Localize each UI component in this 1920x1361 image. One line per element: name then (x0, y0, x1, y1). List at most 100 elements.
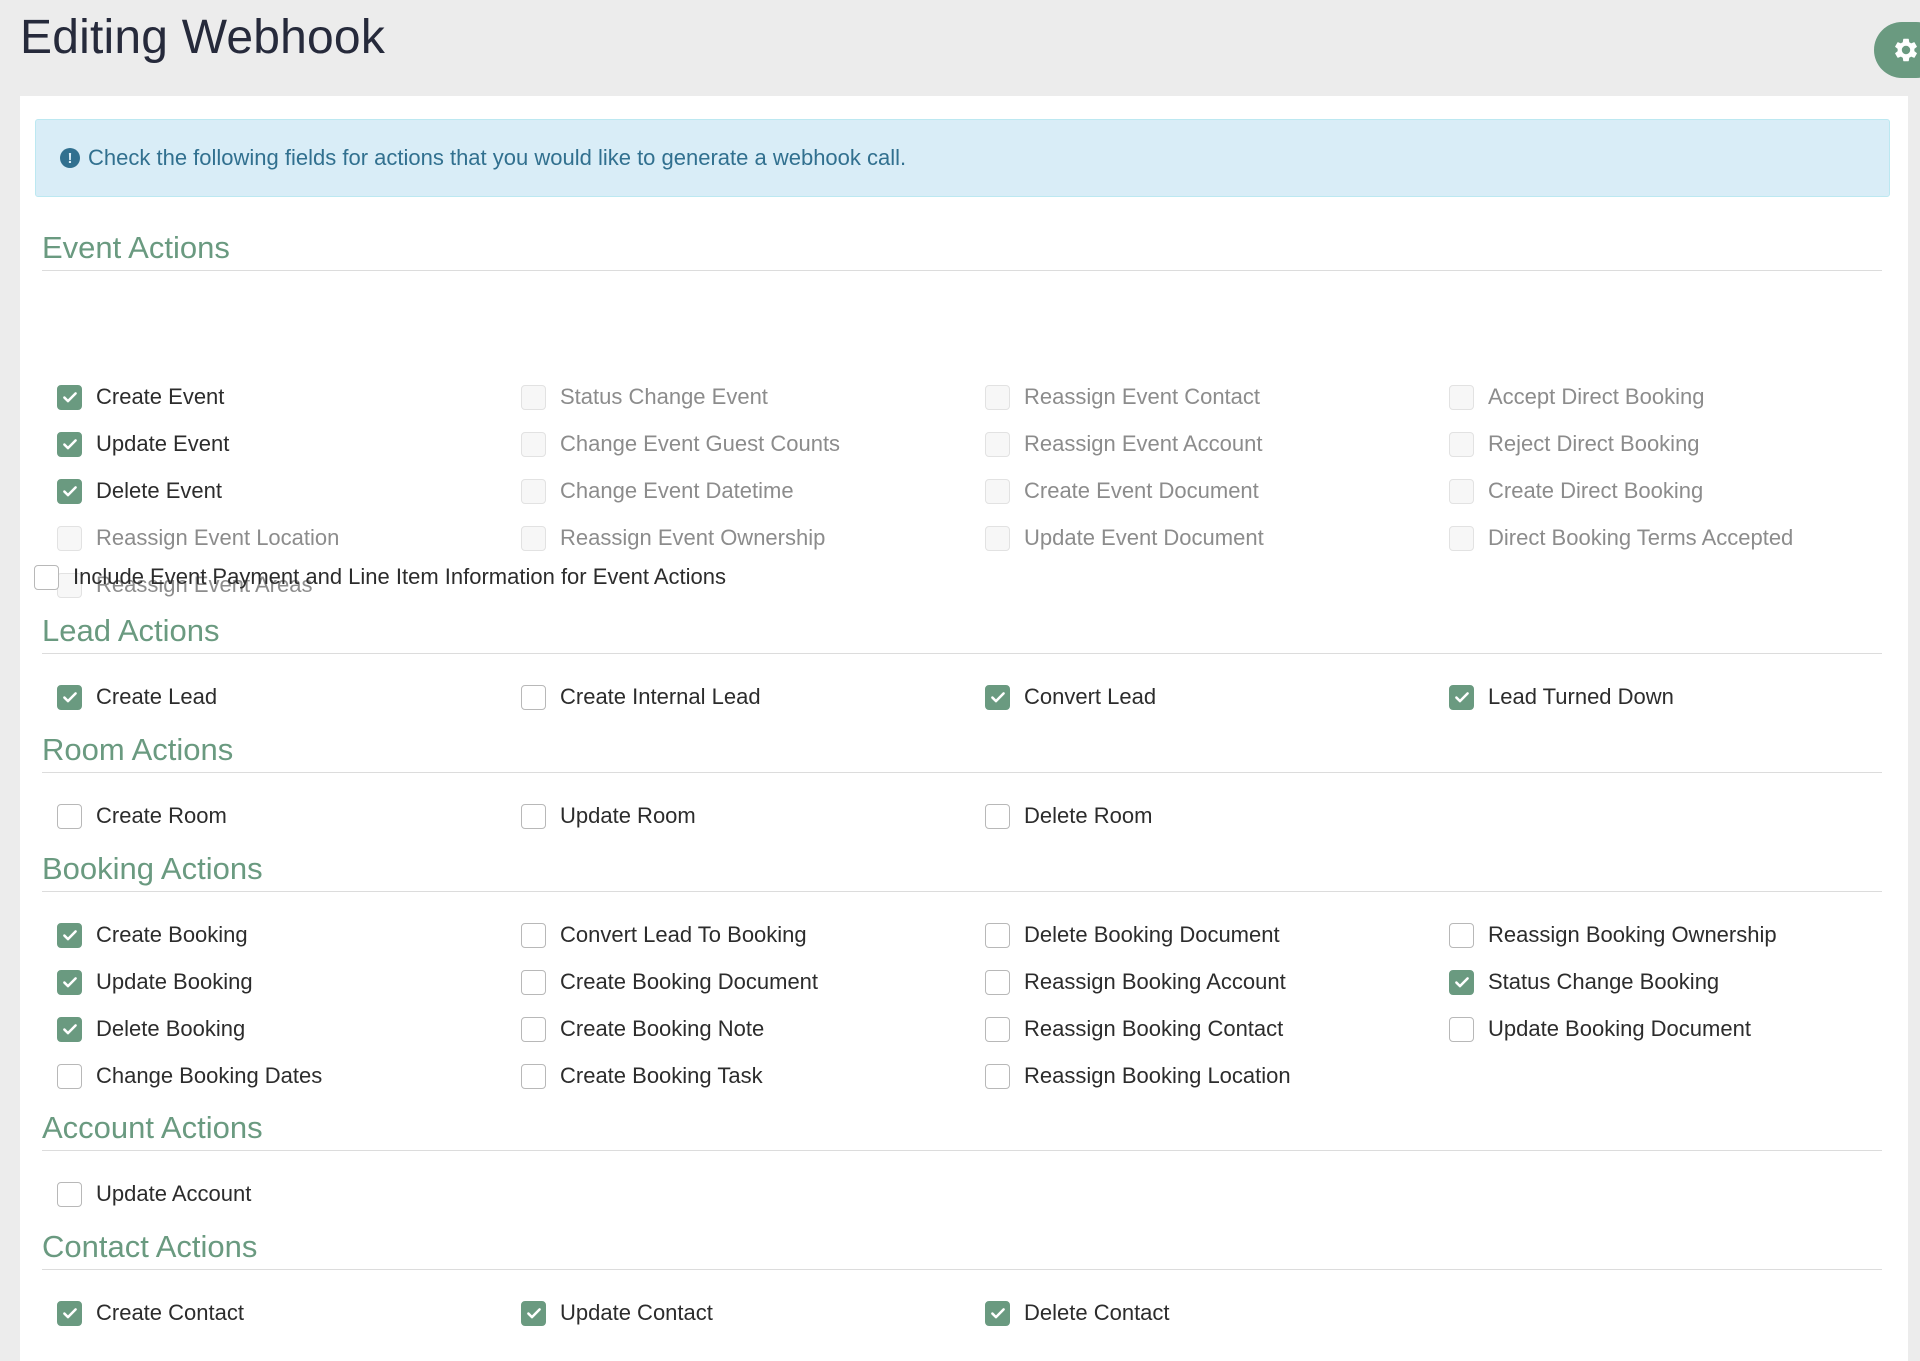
room-action-item[interactable]: Create Room (57, 801, 227, 831)
event-action-item: Change Event Datetime (521, 476, 794, 506)
account-action-checkbox[interactable] (57, 1181, 82, 1207)
include-payment-label: Include Event Payment and Line Item Info… (73, 564, 727, 589)
event-action-item: Reject Direct Booking (1449, 429, 1700, 459)
booking-action-checkbox[interactable] (521, 969, 546, 995)
booking-action-label: Update Booking (96, 969, 253, 994)
event-action-item: Reassign Event Ownership (521, 523, 825, 553)
event-action-checkbox[interactable] (57, 384, 82, 410)
booking-action-item[interactable]: Delete Booking (57, 1014, 245, 1044)
booking-action-checkbox[interactable] (57, 969, 82, 995)
checkmark-icon (1454, 692, 1469, 703)
contact-action-checkbox[interactable] (57, 1300, 82, 1326)
contact-action-item[interactable]: Update Contact (521, 1298, 713, 1328)
room-action-checkbox[interactable] (521, 803, 546, 829)
booking-action-checkbox[interactable] (985, 922, 1010, 948)
room-action-item[interactable]: Delete Room (985, 801, 1152, 831)
event-action-checkbox (57, 525, 82, 551)
booking-action-checkbox[interactable] (57, 922, 82, 948)
booking-action-label: Reassign Booking Location (1024, 1063, 1291, 1088)
lead-action-item[interactable]: Lead Turned Down (1449, 682, 1674, 712)
section-title-room-actions: Room Actions (42, 732, 1882, 773)
settings-button[interactable] (1874, 22, 1920, 78)
checkmark-icon (62, 930, 77, 941)
lead-action-checkbox[interactable] (57, 684, 82, 710)
booking-action-label: Reassign Booking Account (1024, 969, 1286, 994)
event-action-label: Update Event Document (1024, 525, 1264, 550)
booking-action-label: Convert Lead To Booking (560, 922, 807, 947)
booking-action-checkbox[interactable] (985, 1016, 1010, 1042)
booking-action-checkbox[interactable] (1449, 1016, 1474, 1042)
booking-action-checkbox[interactable] (985, 1063, 1010, 1089)
booking-action-checkbox[interactable] (521, 922, 546, 948)
event-action-label: Reassign Event Account (1024, 431, 1263, 456)
event-action-label: Create Event Document (1024, 478, 1259, 503)
booking-action-item[interactable]: Convert Lead To Booking (521, 920, 807, 950)
booking-action-item[interactable]: Reassign Booking Location (985, 1061, 1291, 1091)
booking-action-item[interactable]: Create Booking Task (521, 1061, 763, 1091)
event-action-label: Accept Direct Booking (1488, 384, 1705, 409)
lead-action-item[interactable]: Create Lead (57, 682, 217, 712)
booking-action-item[interactable]: Update Booking (57, 967, 253, 997)
lead-action-item[interactable]: Create Internal Lead (521, 682, 761, 712)
booking-action-item[interactable]: Reassign Booking Contact (985, 1014, 1283, 1044)
include-payment-checkbox-item[interactable]: Include Event Payment and Line Item Info… (34, 562, 726, 592)
booking-action-item[interactable]: Status Change Booking (1449, 967, 1719, 997)
booking-action-item[interactable]: Change Booking Dates (57, 1061, 322, 1091)
lead-action-checkbox[interactable] (521, 684, 546, 710)
booking-action-checkbox[interactable] (57, 1063, 82, 1089)
booking-action-label: Reassign Booking Contact (1024, 1016, 1284, 1041)
event-action-item[interactable]: Create Event (57, 382, 224, 412)
contact-action-item[interactable]: Delete Contact (985, 1298, 1170, 1328)
booking-action-item[interactable]: Create Booking Document (521, 967, 818, 997)
booking-action-label: Create Booking Document (560, 969, 819, 994)
booking-action-checkbox[interactable] (985, 969, 1010, 995)
event-action-checkbox (521, 431, 546, 457)
booking-action-item[interactable]: Reassign Booking Ownership (1449, 920, 1777, 950)
room-action-checkbox[interactable] (57, 803, 82, 829)
event-action-item[interactable]: Update Event (57, 429, 229, 459)
include-payment-checkbox[interactable] (34, 564, 59, 590)
booking-action-checkbox[interactable] (521, 1016, 546, 1042)
event-action-checkbox[interactable] (57, 431, 82, 457)
section-title-booking-actions: Booking Actions (42, 851, 1882, 892)
checkmark-icon (990, 1308, 1005, 1319)
checkmark-icon (62, 977, 77, 988)
event-action-checkbox (1449, 431, 1474, 457)
event-action-checkbox (985, 525, 1010, 551)
event-action-checkbox[interactable] (57, 478, 82, 504)
event-action-item: Direct Booking Terms Accepted (1449, 523, 1793, 553)
checkmark-icon (1454, 977, 1469, 988)
account-action-item[interactable]: Update Account (57, 1179, 251, 1209)
room-action-label: Create Room (96, 803, 227, 828)
booking-action-item[interactable]: Update Booking Document (1449, 1014, 1751, 1044)
booking-action-item[interactable]: Create Booking (57, 920, 248, 950)
booking-action-checkbox[interactable] (1449, 922, 1474, 948)
event-action-item[interactable]: Delete Event (57, 476, 222, 506)
event-action-item: Reassign Event Account (985, 429, 1262, 459)
event-action-item: Reassign Event Contact (985, 382, 1260, 412)
event-action-item: Status Change Event (521, 382, 768, 412)
checkmark-icon (62, 692, 77, 703)
contact-action-checkbox[interactable] (985, 1300, 1010, 1326)
contact-action-label: Create Contact (96, 1300, 244, 1325)
checkmark-icon (62, 439, 77, 450)
lead-action-checkbox[interactable] (985, 684, 1010, 710)
booking-action-label: Delete Booking (96, 1016, 246, 1041)
booking-action-item[interactable]: Reassign Booking Account (985, 967, 1286, 997)
lead-action-checkbox[interactable] (1449, 684, 1474, 710)
room-action-item[interactable]: Update Room (521, 801, 696, 831)
checkmark-icon (990, 692, 1005, 703)
event-action-checkbox (985, 384, 1010, 410)
event-action-label: Create Direct Booking (1488, 478, 1704, 503)
booking-action-checkbox[interactable] (57, 1016, 82, 1042)
booking-action-label: Create Booking Note (560, 1016, 765, 1041)
booking-action-item[interactable]: Create Booking Note (521, 1014, 764, 1044)
booking-action-checkbox[interactable] (521, 1063, 546, 1089)
booking-action-checkbox[interactable] (1449, 969, 1474, 995)
booking-action-item[interactable]: Delete Booking Document (985, 920, 1280, 950)
room-action-label: Update Room (560, 803, 696, 828)
contact-action-item[interactable]: Create Contact (57, 1298, 244, 1328)
contact-action-checkbox[interactable] (521, 1300, 546, 1326)
room-action-checkbox[interactable] (985, 803, 1010, 829)
lead-action-item[interactable]: Convert Lead (985, 682, 1156, 712)
